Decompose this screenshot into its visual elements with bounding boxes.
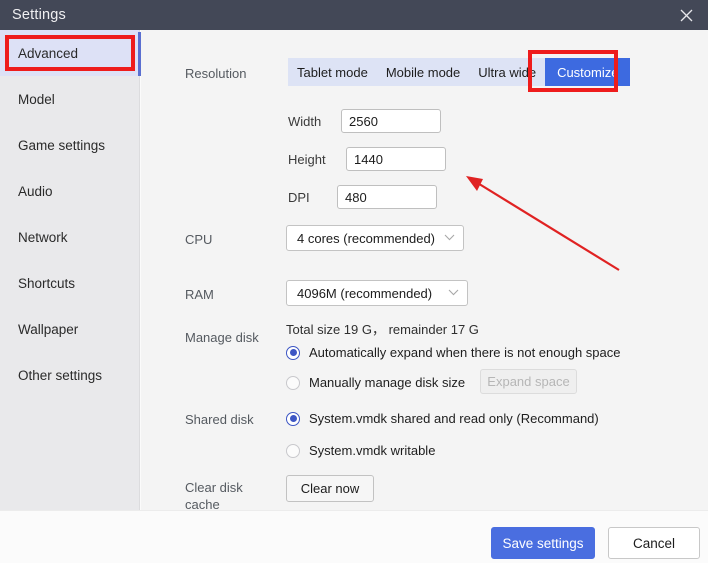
sidebar-item-game-settings[interactable]: Game settings [0, 122, 139, 168]
ram-label: RAM [185, 287, 214, 302]
chevron-down-icon [448, 288, 459, 299]
clear-disk-cache-label-line2: cache [185, 497, 220, 510]
clear-disk-cache-label-line1: Clear disk [185, 480, 243, 495]
radio-indicator [286, 443, 300, 458]
sidebar-item-model[interactable]: Model [0, 76, 139, 122]
tab-label: Mobile mode [385, 64, 461, 80]
tab-tablet-mode[interactable]: Tablet mode [288, 58, 377, 86]
radio-label: System.vmdk writable [309, 443, 436, 458]
manage-disk-label: Manage disk [185, 330, 259, 345]
dpi-label: DPI [288, 190, 310, 205]
ram-select-value: 4096M (recommended) [297, 285, 433, 301]
radio-indicator [286, 375, 300, 390]
sidebar-item-wallpaper[interactable]: Wallpaper [0, 306, 139, 352]
cancel-button[interactable]: Cancel [608, 527, 700, 559]
cpu-label: CPU [185, 232, 213, 247]
sidebar-item-shortcuts[interactable]: Shortcuts [0, 260, 139, 306]
tab-label: Ultra wide [478, 64, 537, 80]
sidebar-item-label: Audio [18, 183, 53, 199]
tab-ultra-wide[interactable]: Ultra wide [469, 58, 545, 86]
radio-indicator [286, 345, 300, 360]
save-settings-button[interactable]: Save settings [491, 527, 595, 559]
tab-customize[interactable]: Customize [545, 58, 631, 86]
settings-window: Settings Advanced Model Game settings Au… [0, 0, 708, 563]
title-bar: Settings [0, 0, 708, 30]
radio-label: Manually manage disk size [309, 375, 466, 390]
height-label: Height [288, 152, 326, 167]
radio-label: Automatically expand when there is not e… [309, 345, 621, 360]
tab-mobile-mode[interactable]: Mobile mode [377, 58, 469, 86]
tab-label: Customize [557, 64, 619, 80]
width-label: Width [288, 114, 322, 129]
clear-disk-cache-label: Clear disk cache [185, 479, 285, 510]
radio-label: System.vmdk shared and read only (Recomm… [309, 411, 599, 426]
footer-bar: Save settings Cancel [0, 510, 708, 563]
radio-indicator [286, 411, 300, 426]
radio-manual-manage[interactable]: Manually manage disk size [286, 375, 465, 390]
height-input[interactable] [346, 147, 446, 171]
ram-select[interactable]: 4096M (recommended) [286, 280, 468, 306]
dpi-input[interactable] [337, 185, 437, 209]
sidebar-item-network[interactable]: Network [0, 214, 139, 260]
sidebar-item-advanced[interactable]: Advanced [0, 30, 139, 76]
resolution-label: Resolution [185, 66, 247, 81]
sidebar-item-other-settings[interactable]: Other settings [0, 352, 139, 398]
radio-vmdk-readonly[interactable]: System.vmdk shared and read only (Recomm… [286, 411, 599, 426]
window-title: Settings [12, 7, 66, 23]
sidebar-item-label: Network [18, 229, 68, 245]
close-button[interactable] [664, 0, 708, 30]
chevron-down-icon [444, 233, 455, 244]
sidebar-item-label: Model [18, 91, 55, 107]
radio-auto-expand[interactable]: Automatically expand when there is not e… [286, 345, 620, 360]
tab-label: Tablet mode [297, 64, 368, 80]
sidebar-item-label: Advanced [18, 45, 79, 61]
close-icon [680, 9, 692, 21]
settings-content-panel: Resolution Tablet mode Mobile mode Ultra… [141, 30, 708, 510]
sidebar-item-label: Wallpaper [18, 321, 79, 337]
sidebar-item-audio[interactable]: Audio [0, 168, 139, 214]
sidebar: Advanced Model Game settings Audio Netwo… [0, 30, 142, 510]
clear-now-button[interactable]: Clear now [286, 475, 374, 502]
sidebar-item-label: Other settings [18, 367, 103, 383]
cpu-select[interactable]: 4 cores (recommended) [286, 225, 464, 251]
shared-disk-label: Shared disk [185, 412, 254, 427]
cpu-select-value: 4 cores (recommended) [297, 230, 435, 246]
disk-size-note: Total size 19 G， remainder 17 G [286, 322, 479, 337]
resolution-mode-tabs: Tablet mode Mobile mode Ultra wide Custo… [288, 58, 631, 86]
sidebar-item-label: Game settings [18, 137, 106, 153]
radio-vmdk-writable[interactable]: System.vmdk writable [286, 443, 435, 458]
expand-space-button: Expand space [480, 369, 577, 394]
width-input[interactable] [341, 109, 441, 133]
sidebar-item-label: Shortcuts [18, 275, 76, 291]
